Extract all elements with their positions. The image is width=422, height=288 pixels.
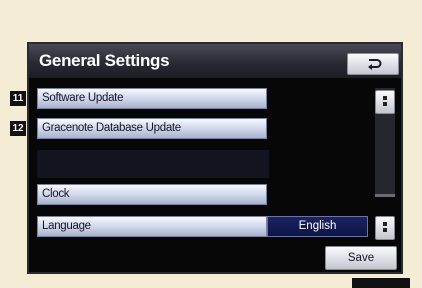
screen-header: General Settings <box>29 44 401 78</box>
back-button[interactable] <box>347 53 399 75</box>
callout-badge-12: 12 <box>10 121 26 136</box>
software-update-button[interactable]: Software Update <box>37 88 267 109</box>
clock-button[interactable]: Clock <box>37 184 267 205</box>
language-button[interactable]: Language <box>37 216 267 237</box>
scroll-dots-icon <box>383 96 387 108</box>
language-label: Language <box>42 220 91 232</box>
scroll-down-button[interactable] <box>375 216 395 240</box>
gracenote-database-update-button[interactable]: Gracenote Database Update <box>37 118 267 139</box>
figure-code-label <box>352 278 410 288</box>
language-value[interactable]: English <box>267 216 368 237</box>
scroll-position-indicator <box>375 194 395 197</box>
save-button[interactable]: Save <box>325 246 397 270</box>
empty-list-slot <box>37 150 269 178</box>
scroll-dots-icon <box>383 222 387 234</box>
return-arrow-icon <box>368 59 382 70</box>
callout-badge-11: 11 <box>10 91 26 106</box>
software-update-label: Software Update <box>42 92 124 104</box>
page-title: General Settings <box>39 51 170 70</box>
clock-label: Clock <box>42 188 70 200</box>
gracenote-database-update-label: Gracenote Database Update <box>42 122 181 134</box>
scroll-up-button[interactable] <box>375 90 395 114</box>
nav-screen: General Settings Software Update Graceno… <box>27 42 403 274</box>
